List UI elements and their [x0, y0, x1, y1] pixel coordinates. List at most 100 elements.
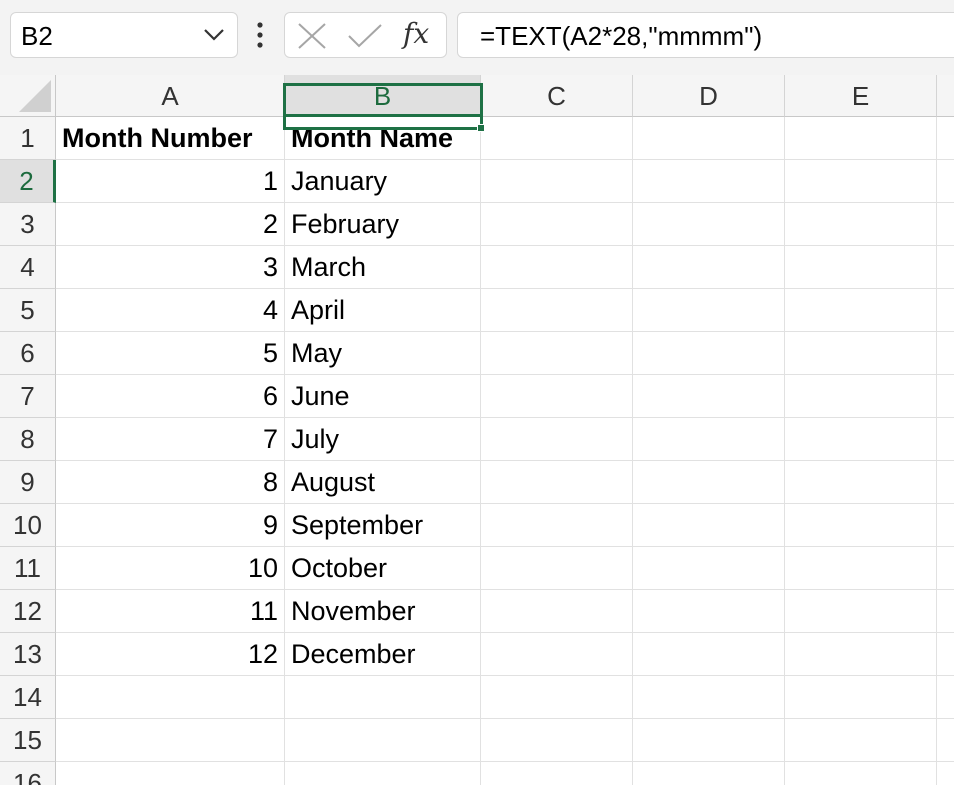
cell-a11[interactable]: 10 [56, 547, 285, 590]
cell-d11[interactable] [633, 547, 785, 590]
cell-c2[interactable] [481, 160, 633, 203]
cell-f9[interactable] [937, 461, 954, 504]
cell-e3[interactable] [785, 203, 937, 246]
cell-c8[interactable] [481, 418, 633, 461]
cell-a12[interactable]: 11 [56, 590, 285, 633]
cell-e4[interactable] [785, 246, 937, 289]
row-header-15[interactable]: 15 [0, 719, 56, 762]
cell-c5[interactable] [481, 289, 633, 332]
cell-e6[interactable] [785, 332, 937, 375]
cell-d14[interactable] [633, 676, 785, 719]
cell-d3[interactable] [633, 203, 785, 246]
cell-b9[interactable]: August [285, 461, 481, 504]
cell-a10[interactable]: 9 [56, 504, 285, 547]
function-icon[interactable]: fx [403, 17, 429, 51]
cell-c4[interactable] [481, 246, 633, 289]
fill-handle[interactable] [477, 124, 485, 132]
row-header-8[interactable]: 8 [0, 418, 56, 461]
cell-f12[interactable] [937, 590, 954, 633]
cell-d5[interactable] [633, 289, 785, 332]
cell-d6[interactable] [633, 332, 785, 375]
cell-f7[interactable] [937, 375, 954, 418]
cell-f16[interactable] [937, 762, 954, 785]
cell-c7[interactable] [481, 375, 633, 418]
row-header-3[interactable]: 3 [0, 203, 56, 246]
cell-b4[interactable]: March [285, 246, 481, 289]
cell-f11[interactable] [937, 547, 954, 590]
cell-a5[interactable]: 4 [56, 289, 285, 332]
cell-b8[interactable]: July [285, 418, 481, 461]
cell-f8[interactable] [937, 418, 954, 461]
cell-f6[interactable] [937, 332, 954, 375]
cell-c16[interactable] [481, 762, 633, 785]
cell-b2[interactable]: January [285, 160, 481, 203]
column-header-a[interactable]: A [56, 75, 285, 117]
select-all-button[interactable] [0, 75, 56, 117]
cell-e13[interactable] [785, 633, 937, 676]
cell-d7[interactable] [633, 375, 785, 418]
cell-a7[interactable]: 6 [56, 375, 285, 418]
cell-a4[interactable]: 3 [56, 246, 285, 289]
cell-b11[interactable]: October [285, 547, 481, 590]
row-header-12[interactable]: 12 [0, 590, 56, 633]
cell-f1[interactable] [937, 117, 954, 160]
column-header-d[interactable]: D [633, 75, 785, 117]
cell-e5[interactable] [785, 289, 937, 332]
chevron-down-icon[interactable] [203, 27, 225, 43]
cell-c14[interactable] [481, 676, 633, 719]
cell-c10[interactable] [481, 504, 633, 547]
cell-d13[interactable] [633, 633, 785, 676]
cell-b5[interactable]: April [285, 289, 481, 332]
cell-c13[interactable] [481, 633, 633, 676]
cell-a16[interactable] [56, 762, 285, 785]
cell-c1[interactable] [481, 117, 633, 160]
cell-b3[interactable]: February [285, 203, 481, 246]
cell-b6[interactable]: May [285, 332, 481, 375]
cell-a15[interactable] [56, 719, 285, 762]
cell-f15[interactable] [937, 719, 954, 762]
cell-a3[interactable]: 2 [56, 203, 285, 246]
more-options-icon[interactable] [256, 22, 264, 48]
cell-f3[interactable] [937, 203, 954, 246]
cell-a6[interactable]: 5 [56, 332, 285, 375]
cell-e8[interactable] [785, 418, 937, 461]
name-box[interactable]: B2 [10, 12, 238, 58]
row-header-13[interactable]: 13 [0, 633, 56, 676]
cell-b7[interactable]: June [285, 375, 481, 418]
cell-d9[interactable] [633, 461, 785, 504]
cell-f2[interactable] [937, 160, 954, 203]
cell-a1[interactable]: Month Number [56, 117, 285, 160]
cell-c6[interactable] [481, 332, 633, 375]
cell-b15[interactable] [285, 719, 481, 762]
cell-b12[interactable]: November [285, 590, 481, 633]
cell-d16[interactable] [633, 762, 785, 785]
row-header-1[interactable]: 1 [0, 117, 56, 160]
cell-d1[interactable] [633, 117, 785, 160]
cell-c12[interactable] [481, 590, 633, 633]
row-header-2[interactable]: 2 [0, 160, 56, 203]
cell-f14[interactable] [937, 676, 954, 719]
cell-e12[interactable] [785, 590, 937, 633]
cell-c15[interactable] [481, 719, 633, 762]
cell-b16[interactable] [285, 762, 481, 785]
cell-e14[interactable] [785, 676, 937, 719]
cell-e11[interactable] [785, 547, 937, 590]
row-header-16[interactable]: 16 [0, 762, 56, 785]
cell-e9[interactable] [785, 461, 937, 504]
cell-a13[interactable]: 12 [56, 633, 285, 676]
cell-f4[interactable] [937, 246, 954, 289]
cell-c11[interactable] [481, 547, 633, 590]
cell-b1[interactable]: Month Name [285, 117, 481, 160]
formula-input[interactable]: =TEXT(A2*28,"mmmm") [457, 12, 954, 58]
cell-e7[interactable] [785, 375, 937, 418]
cell-e10[interactable] [785, 504, 937, 547]
row-header-9[interactable]: 9 [0, 461, 56, 504]
cell-a2[interactable]: 1 [56, 160, 285, 203]
cell-f13[interactable] [937, 633, 954, 676]
column-header-c[interactable]: C [481, 75, 633, 117]
cell-d10[interactable] [633, 504, 785, 547]
row-header-5[interactable]: 5 [0, 289, 56, 332]
cell-d2[interactable] [633, 160, 785, 203]
cell-e2[interactable] [785, 160, 937, 203]
cell-b14[interactable] [285, 676, 481, 719]
